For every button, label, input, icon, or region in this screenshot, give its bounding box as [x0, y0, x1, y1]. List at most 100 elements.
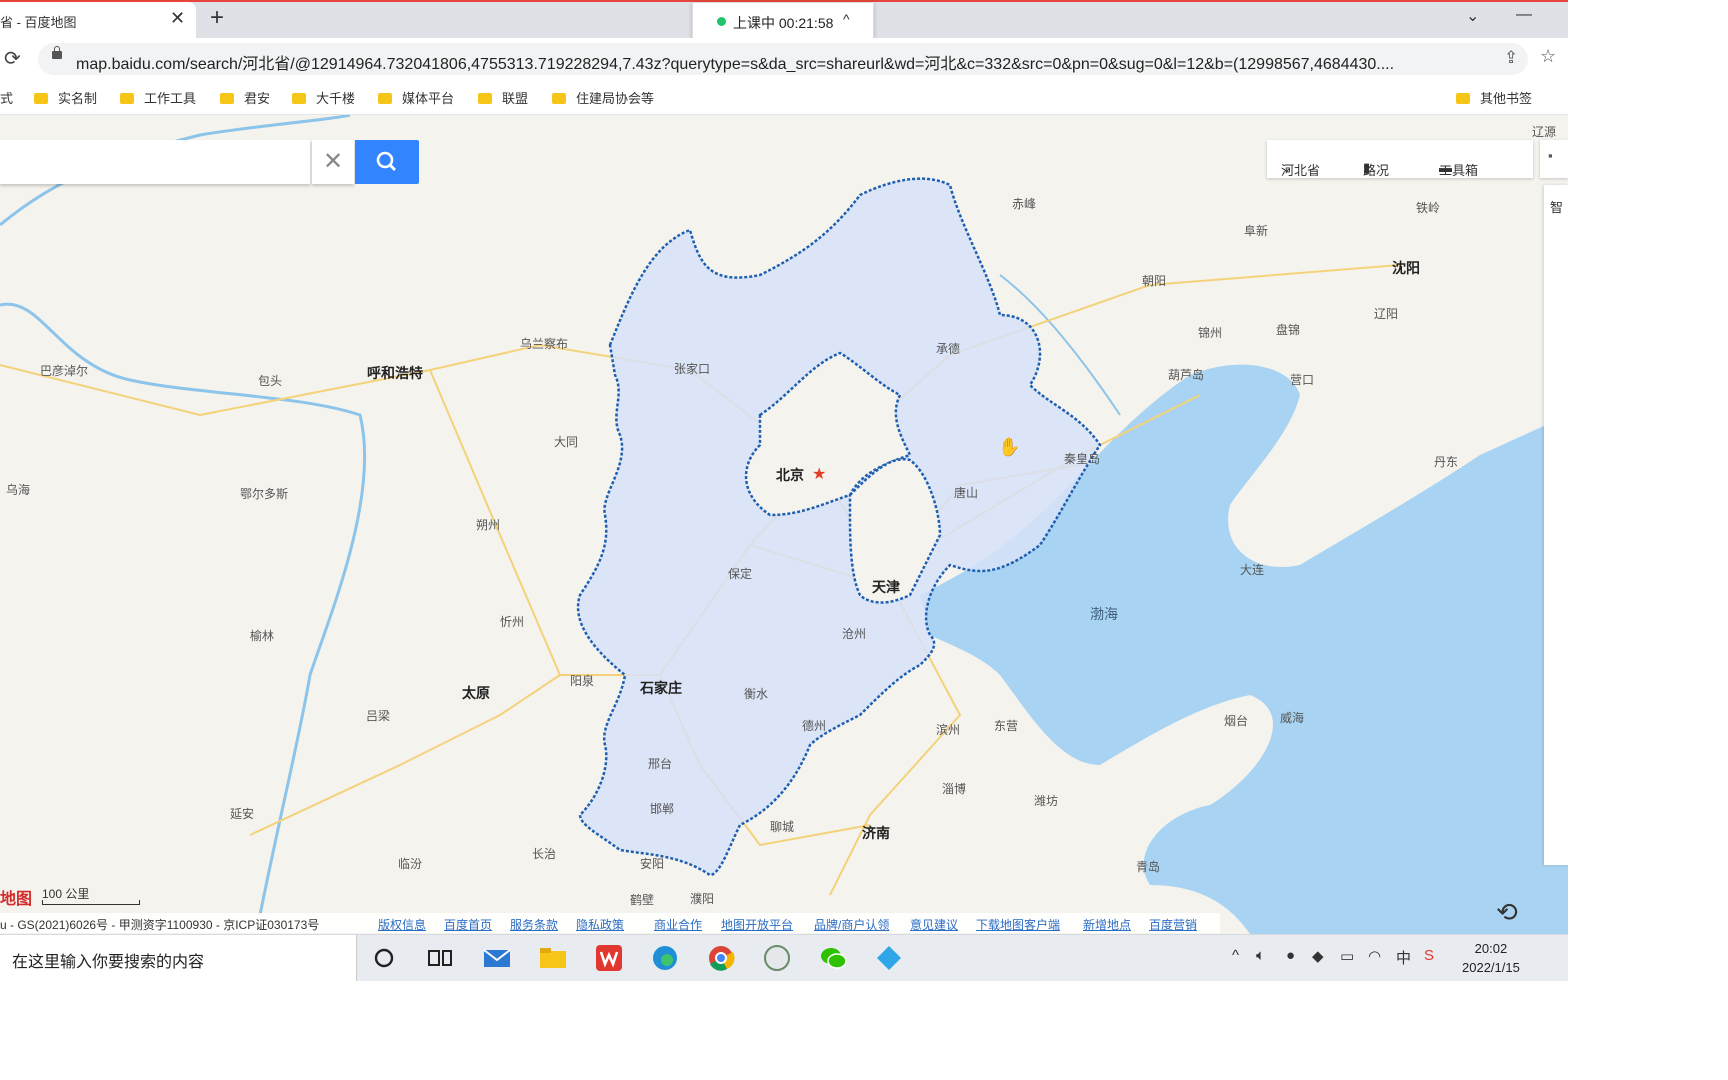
ime-indicator[interactable]: 中 [1396, 947, 1411, 968]
chevron-up-icon[interactable]: ^ [843, 11, 850, 27]
city-label[interactable]: 大同 [554, 433, 578, 450]
chevron-up-icon[interactable]: ^ [1232, 947, 1239, 964]
new-tab-button[interactable]: + [210, 4, 224, 32]
city-label[interactable]: 丹东 [1434, 453, 1458, 470]
city-shenyang[interactable]: 沈阳 [1392, 258, 1420, 278]
footer-link[interactable]: 隐私政策 [576, 916, 624, 933]
bookmark-folder[interactable]: 住建局协会等 [552, 88, 654, 107]
city-label[interactable]: 赤峰 [1012, 195, 1036, 212]
city-label[interactable]: 淄博 [942, 780, 966, 797]
city-label[interactable]: 铁岭 [1416, 199, 1440, 216]
bookmark-star-icon[interactable]: ☆ [1540, 46, 1556, 67]
city-label[interactable]: 临汾 [398, 855, 422, 872]
wifi-icon[interactable]: ◠ [1368, 947, 1381, 965]
message-button[interactable]: ▪ [1540, 140, 1568, 178]
city-label[interactable]: 沧州 [842, 625, 866, 642]
city-label[interactable]: 营口 [1290, 371, 1314, 388]
city-beijing[interactable]: 北京 [776, 465, 804, 485]
omnibox[interactable]: map.baidu.com/search/河北省/@12914964.73204… [38, 43, 1528, 75]
city-label[interactable]: 衡水 [744, 685, 768, 702]
chrome-icon[interactable] [706, 943, 736, 973]
city-label[interactable]: 锦州 [1198, 324, 1222, 341]
city-label[interactable]: 乌兰察布 [520, 335, 568, 352]
app-tray-icon[interactable]: S [1424, 947, 1434, 964]
city-label[interactable]: 聊城 [770, 818, 794, 835]
city-label[interactable]: 东营 [994, 717, 1018, 734]
city-label[interactable]: 葫芦岛 [1168, 366, 1204, 383]
bookmark-folder[interactable]: 君安 [220, 88, 270, 107]
footer-link[interactable]: 新增地点 [1083, 916, 1131, 933]
close-tab-icon[interactable]: ✕ [170, 8, 185, 29]
reload-icon[interactable]: ⟳ [4, 46, 21, 71]
city-label[interactable]: 乌海 [6, 481, 30, 498]
file-explorer-icon[interactable] [538, 943, 568, 973]
app-icon[interactable] [762, 943, 792, 973]
city-label[interactable]: 包头 [258, 372, 282, 389]
bookmark-folder[interactable]: 工作工具 [120, 88, 196, 107]
city-label[interactable]: 滨州 [936, 721, 960, 738]
city-taiyuan[interactable]: 太原 [462, 683, 490, 703]
city-label[interactable]: 唐山 [954, 484, 978, 501]
city-label[interactable]: 盘锦 [1276, 321, 1300, 338]
city-label[interactable]: 鹤壁 [630, 891, 654, 908]
city-label[interactable]: 潍坊 [1034, 792, 1058, 809]
footer-link[interactable]: 意见建议 [910, 916, 958, 933]
url-text[interactable]: map.baidu.com/search/河北省/@12914964.73204… [76, 50, 1496, 74]
city-label[interactable]: 秦皇岛 [1064, 450, 1100, 467]
city-label[interactable]: 大连 [1240, 561, 1264, 578]
city-label[interactable]: 辽源 [1532, 123, 1556, 140]
share-icon[interactable]: ⇪ [1504, 48, 1518, 68]
map-canvas[interactable]: 北京 ★ 天津 石家庄 呼和浩特 太原 济南 沈阳 张家口 承德 秦皇岛 唐山 … [0, 115, 1568, 934]
city-label[interactable]: 朔州 [476, 516, 500, 533]
cortana-icon[interactable] [370, 943, 400, 973]
wechat-icon[interactable] [818, 943, 848, 973]
city-label[interactable]: 朝阳 [1142, 272, 1166, 289]
browser-tab[interactable]: 省 - 百度地图 ✕ [0, 2, 196, 38]
right-side-panel[interactable]: 智 [1544, 185, 1568, 865]
city-jinan[interactable]: 济南 [862, 823, 890, 843]
city-label[interactable]: 威海 [1280, 709, 1304, 726]
city-label[interactable]: 保定 [728, 565, 752, 582]
city-label[interactable]: 鄂尔多斯 [240, 485, 288, 502]
bookmark-item[interactable]: 式 [0, 88, 13, 107]
edge-browser-icon[interactable] [650, 943, 680, 973]
bookmark-folder[interactable]: 大千楼 [292, 88, 355, 107]
clear-search-icon[interactable]: ✕ [312, 140, 354, 184]
class-timer[interactable]: 上课中 00:21:58 ^ [692, 2, 874, 40]
footer-link[interactable]: 百度首页 [444, 916, 492, 933]
taskbar-search[interactable]: 在这里输入你要搜索的内容 [0, 935, 357, 981]
app-tray-icon[interactable]: ◆ [1312, 947, 1324, 965]
minimize-button[interactable]: — [1516, 6, 1532, 24]
city-label[interactable]: 阳泉 [570, 672, 594, 689]
mail-icon[interactable] [482, 943, 512, 973]
system-clock[interactable]: 20:02 2022/1/15 [1462, 939, 1520, 977]
city-label[interactable]: 辽阳 [1374, 305, 1398, 322]
city-label[interactable]: 吕梁 [366, 707, 390, 724]
tab-search-icon[interactable]: ⌄ [1466, 6, 1479, 26]
bookmark-folder[interactable]: 联盟 [478, 88, 528, 107]
city-label[interactable]: 烟台 [1224, 712, 1248, 729]
city-label[interactable]: 青岛 [1136, 858, 1160, 875]
city-label[interactable]: 阜新 [1244, 222, 1268, 239]
map-search-box[interactable] [0, 140, 310, 184]
city-label[interactable]: 忻州 [500, 613, 524, 630]
city-shijiazhuang[interactable]: 石家庄 [640, 678, 682, 698]
refresh-icon[interactable]: ⟲ [1496, 897, 1518, 928]
bookmark-folder[interactable]: 媒体平台 [378, 88, 454, 107]
side-tab-label[interactable]: 智 [1550, 197, 1563, 216]
footer-link[interactable]: 地图开放平台 [721, 916, 793, 933]
app-icon[interactable] [874, 943, 904, 973]
footer-link[interactable]: 下载地图客户端 [976, 916, 1060, 933]
city-label[interactable]: 德州 [802, 717, 826, 734]
city-label[interactable]: 长治 [532, 845, 556, 862]
city-label[interactable]: 巴彦淖尔 [40, 362, 88, 379]
city-tianjin[interactable]: 天津 [872, 577, 900, 597]
footer-link[interactable]: 商业合作 [654, 916, 702, 933]
footer-link[interactable]: 服务条款 [510, 916, 558, 933]
search-input[interactable] [0, 150, 294, 168]
city-label[interactable]: 安阳 [640, 855, 664, 872]
footer-link[interactable]: 品牌/商户认领 [814, 916, 889, 933]
city-label[interactable]: 承德 [936, 340, 960, 357]
city-label[interactable]: 邯郸 [650, 800, 674, 817]
task-view-icon[interactable] [425, 943, 455, 973]
